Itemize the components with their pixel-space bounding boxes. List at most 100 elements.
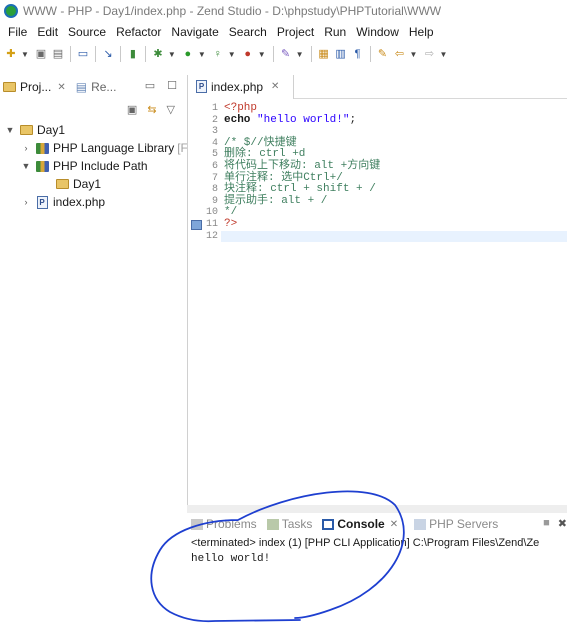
close-icon[interactable]: ✕ [271, 81, 279, 92]
new-file-icon[interactable]: ✚ [4, 47, 18, 61]
tab-console[interactable]: Console ✕ [322, 517, 404, 531]
menu-help[interactable]: Help [404, 25, 439, 39]
dropdown-arrow-icon[interactable]: ▼ [439, 50, 447, 59]
tab-project-explorer[interactable]: Proj... [20, 80, 51, 94]
tab-problems[interactable]: Problems [191, 517, 257, 531]
menu-run[interactable]: Run [319, 25, 351, 39]
new-project-icon[interactable]: ● [241, 47, 255, 61]
tab-index-php[interactable]: P index.php ✕ [188, 74, 295, 99]
project-explorer-icon [3, 82, 16, 92]
tree-item-suffix: [F [177, 141, 187, 155]
open-file-icon[interactable]: ▥ [334, 47, 348, 61]
php-file-icon: P [196, 80, 207, 93]
menu-source[interactable]: Source [63, 25, 111, 39]
folder-icon [19, 124, 33, 136]
open-type-icon[interactable]: ▦ [317, 47, 331, 61]
toolbar-separator [310, 46, 312, 62]
collapse-all-icon[interactable]: ▣ [127, 103, 137, 116]
menu-bar: File Edit Source Refactor Navigate Searc… [0, 22, 567, 42]
console-status-line: <terminated> index (1) [PHP CLI Applicat… [191, 537, 540, 549]
code-line: echo "hello world!"; [224, 113, 567, 127]
external-tools-icon[interactable]: ♀ [211, 47, 225, 61]
skip-breakpoints-icon[interactable]: ↘ [101, 47, 115, 61]
line-number-gutter: 1 2 3 4 5 6 7 8 9 10 11 12 [188, 103, 221, 242]
menu-navigate[interactable]: Navigate [166, 25, 223, 39]
link-with-editor-icon[interactable]: ⇆ [147, 103, 156, 116]
console-view-icon[interactable]: ▭ [76, 47, 90, 61]
line-number: 10 [205, 207, 218, 219]
run-icon[interactable]: ● [181, 47, 195, 61]
library-icon[interactable]: ▮ [126, 47, 140, 61]
code-string: "hello world!" [257, 113, 350, 126]
tree-item-php-include-path[interactable]: ▼ PHP Include Path [0, 157, 187, 175]
project-tree: ▼ Day1 › PHP Language Library [F ▼ PHP I… [0, 119, 187, 211]
tree-item-label: Day1 [37, 123, 66, 137]
menu-window[interactable]: Window [351, 25, 404, 39]
close-icon[interactable]: ✕ [390, 519, 398, 530]
menu-refactor[interactable]: Refactor [111, 25, 166, 39]
php-servers-icon [414, 518, 427, 530]
tab-php-servers[interactable]: PHP Servers [414, 517, 498, 531]
chevron-down-icon[interactable]: ▼ [20, 161, 32, 171]
zend-studio-icon [4, 4, 18, 18]
last-edit-icon[interactable]: ✎ [376, 47, 390, 61]
back-arrow-icon[interactable]: ⇦ [393, 47, 407, 61]
menu-project[interactable]: Project [272, 25, 319, 39]
edit-pencil-icon[interactable]: ✎ [279, 47, 293, 61]
tasks-icon [266, 518, 279, 530]
view-menu-icon[interactable]: ▽ [167, 103, 175, 116]
tree-item-label: PHP Include Path [53, 159, 148, 173]
chevron-right-icon[interactable]: › [20, 143, 32, 153]
line-number: 4 [211, 137, 218, 149]
dropdown-arrow-icon[interactable]: ▼ [21, 50, 29, 59]
left-panel-subbar: ▣ ⇆ ▽ [0, 99, 187, 119]
code-comment: 将代码上下移动: alt +方向键 [224, 159, 381, 172]
menu-file[interactable]: File [3, 25, 32, 39]
line-number: 3 [211, 126, 218, 138]
dropdown-arrow-icon[interactable]: ▼ [168, 50, 176, 59]
dropdown-arrow-icon[interactable]: ▼ [296, 50, 304, 59]
toolbar-separator [144, 46, 146, 62]
tree-item-day1[interactable]: ▼ Day1 [0, 121, 187, 139]
tree-item-php-language-library[interactable]: › PHP Language Library [F [0, 139, 188, 157]
code-punctuation: ; [349, 113, 357, 126]
tree-item-label: index.php [53, 195, 106, 209]
tree-item-label: Day1 [73, 177, 102, 191]
save-icon[interactable]: ▣ [34, 47, 48, 61]
remove-launch-icon[interactable]: ✖ [558, 517, 567, 530]
title-bar: WWW - PHP - Day1/index.php - Zend Studio… [0, 0, 567, 22]
line-number: 1 [211, 103, 218, 114]
tree-item-index-php[interactable]: › P index.php [0, 193, 187, 211]
menu-edit[interactable]: Edit [32, 25, 63, 39]
show-whitespace-icon[interactable]: ¶ [351, 47, 365, 61]
minimize-icon[interactable]: ▭ [145, 79, 155, 92]
editor-tab-bar: P index.php ✕ [188, 74, 567, 99]
chevron-down-icon[interactable]: ▼ [4, 125, 16, 135]
save-all-icon[interactable]: ▤ [51, 47, 65, 61]
forward-arrow-icon[interactable]: ⇨ [422, 47, 436, 61]
tab-remote-systems[interactable]: Re... [91, 80, 116, 94]
menu-search[interactable]: Search [224, 25, 272, 39]
chevron-right-icon[interactable]: › [20, 197, 32, 207]
maximize-icon[interactable]: ☐ [167, 79, 177, 92]
dropdown-arrow-icon[interactable]: ▼ [410, 50, 418, 59]
close-icon[interactable]: ✕ [57, 82, 65, 93]
line-number: 9 [211, 195, 218, 207]
panel-divider[interactable] [187, 505, 567, 513]
dropdown-arrow-icon[interactable]: ▼ [228, 50, 236, 59]
tab-tasks[interactable]: Tasks [266, 517, 313, 531]
code-editor[interactable]: 1 2 3 4 5 6 7 8 9 10 11 12 <?php echo "h… [188, 99, 567, 479]
tab-label: Tasks [281, 517, 313, 531]
line-number-row-11: 11 [188, 219, 221, 231]
tree-item-day1-include[interactable]: Day1 [0, 175, 187, 193]
toolbar-separator [272, 46, 274, 62]
dropdown-arrow-icon[interactable]: ▼ [198, 50, 206, 59]
debug-icon[interactable]: ✱ [151, 47, 165, 61]
stop-icon[interactable]: ■ [543, 517, 550, 530]
line-number: 12 [205, 230, 218, 242]
console-icon [322, 518, 335, 530]
dropdown-arrow-icon[interactable]: ▼ [258, 50, 266, 59]
line-number: 5 [211, 149, 218, 161]
project-explorer-panel: Proj... ✕ ▤ Re... ▭ ☐ ▣ ⇆ ▽ ▼ Day1 › PHP… [0, 75, 187, 625]
left-panel-actions: ▭ ☐ [145, 79, 177, 92]
